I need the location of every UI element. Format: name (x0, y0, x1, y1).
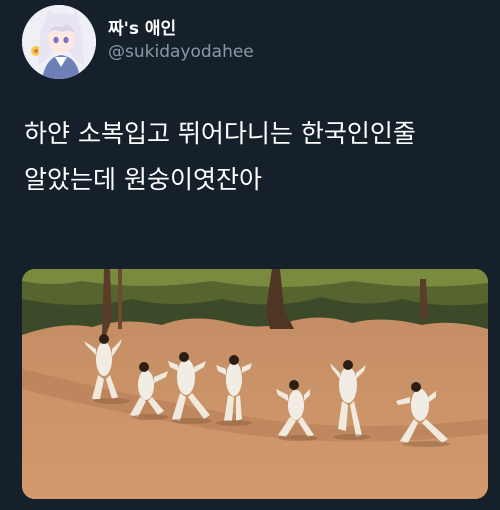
avatar[interactable] (22, 5, 96, 79)
username-handle[interactable]: @sukidayodahee (108, 42, 254, 62)
tweet-text-line: 하얀 소복입고 뛰어다니는 한국인인줄 (24, 119, 416, 148)
tweet-text-line: 알았는데 원숭이엿잔아 (24, 165, 262, 194)
display-name[interactable]: 짜's 애인 (108, 14, 176, 39)
tweet-media-photo[interactable] (22, 269, 488, 499)
anime-avatar-icon (22, 5, 96, 79)
tweet-text: 하얀 소복입고 뛰어다니는 한국인인줄 알았는데 원숭이엿잔아 (24, 111, 494, 203)
sifaka-lemurs-dancing-photo (22, 269, 488, 499)
